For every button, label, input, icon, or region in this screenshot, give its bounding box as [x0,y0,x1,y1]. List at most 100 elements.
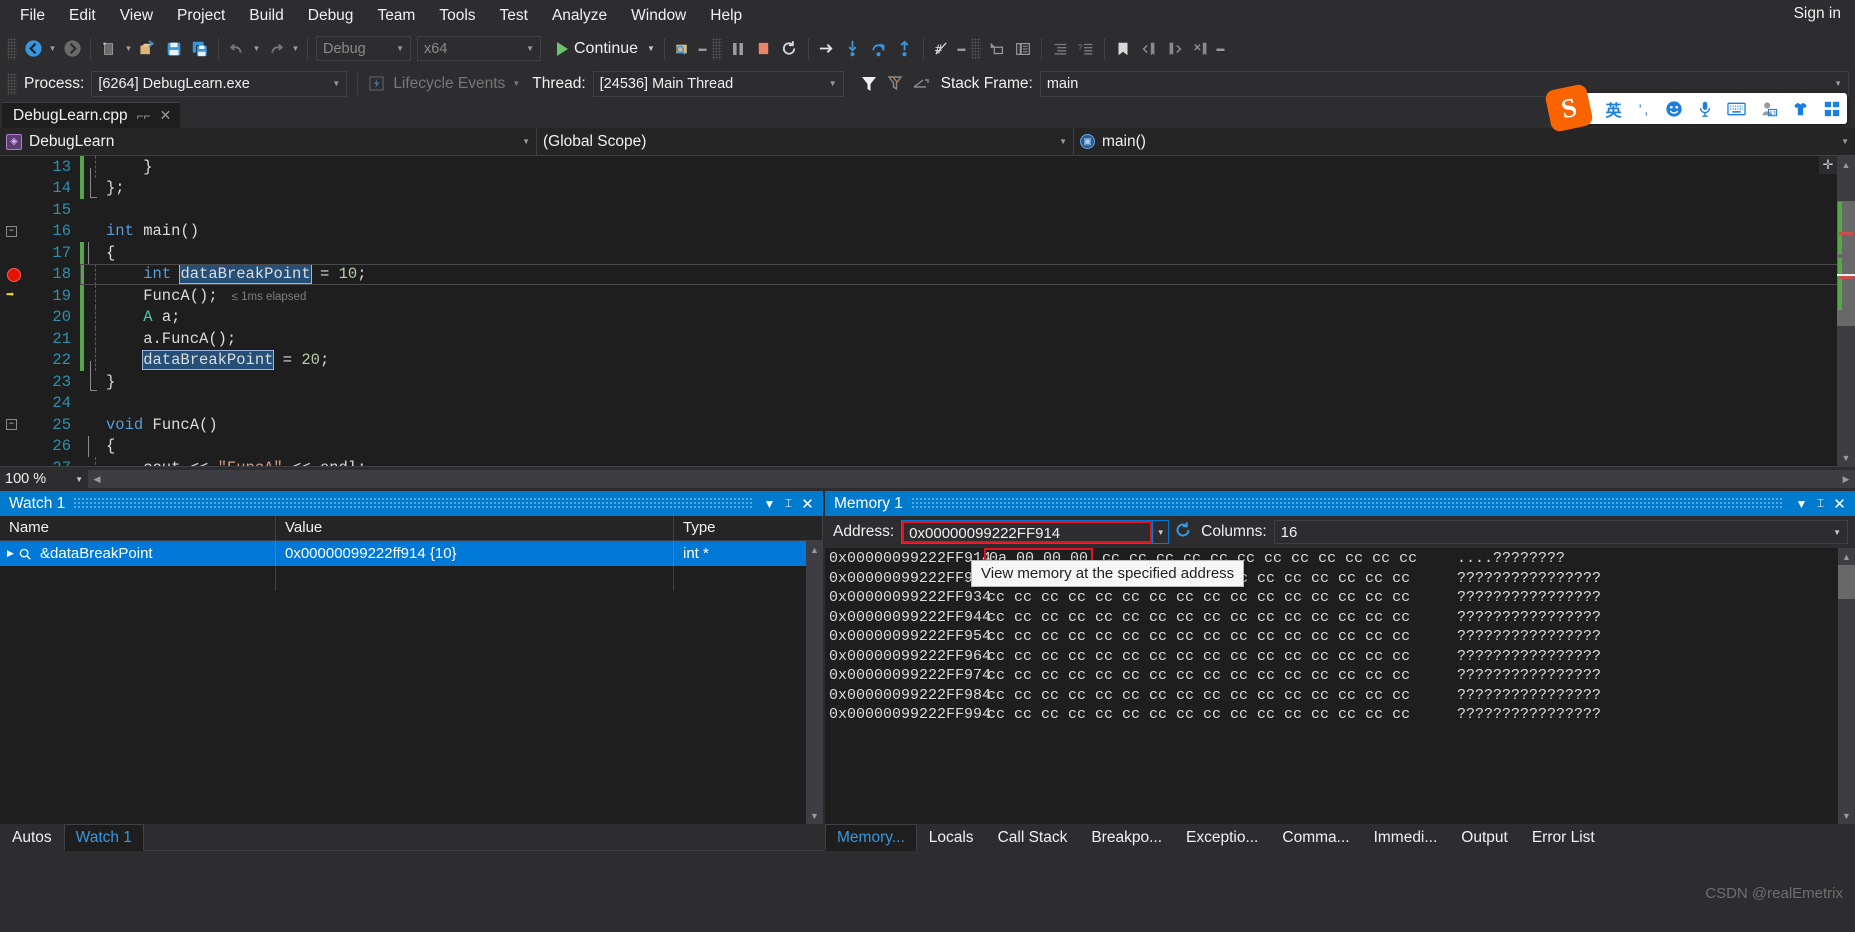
scroll-down-icon[interactable]: ▼ [806,807,823,824]
step-over-icon[interactable] [866,36,892,62]
ime-user-icon[interactable]: 13 [1759,100,1778,118]
expander-icon[interactable]: ▶ [0,548,18,559]
code-line[interactable]: 22 dataBreakPoint = 20; [0,349,1855,371]
menu-item-edit[interactable]: Edit [57,4,108,28]
ime-language-icon[interactable]: 英 [1605,97,1622,121]
flag-threads-icon[interactable] [882,71,908,97]
glyph-margin[interactable]: − [0,414,34,436]
tab-call-stack[interactable]: Call Stack [986,824,1080,851]
tab-memory-1[interactable]: Memory... [825,824,917,851]
watch-panel-title-bar[interactable]: Watch 1 ▼ ⌶ ✕ [0,491,823,516]
menu-item-debug[interactable]: Debug [296,4,366,28]
memory-rows[interactable]: 0x00000099222FF914 0a 00 00 00 cc cc cc … [825,548,1855,824]
code-line[interactable]: − 25 void FuncA() [0,414,1855,436]
next-bookmark-icon[interactable] [1162,36,1188,62]
memory-columns-combo[interactable]: 16 ▼ [1273,520,1848,544]
code-text[interactable]: int main() [106,222,1855,240]
code-line[interactable]: 20 A a; [0,306,1855,328]
ime-emoji-icon[interactable] [1665,100,1683,118]
solution-platform-combo[interactable]: x64 ▼ [417,36,541,61]
toolbar-overflow-icon[interactable]: ▬ [1214,36,1227,62]
memory-row[interactable]: 0x00000099222FF974 cc cc cc cc cc cc cc … [825,666,1855,686]
clear-bookmarks-icon[interactable] [1188,36,1214,62]
navigate-back-dropdown-icon[interactable]: ▼ [46,36,59,62]
memory-row[interactable]: 0x00000099222FF994 cc cc cc cc cc cc cc … [825,705,1855,725]
watch-column-value[interactable]: Value [276,516,674,540]
code-text[interactable]: A a; [106,308,1855,326]
tab-error-list[interactable]: Error List [1520,824,1607,851]
code-line[interactable]: 15 [0,199,1855,221]
glyph-margin[interactable] [0,156,34,178]
chevron-down-icon[interactable]: ▼ [512,79,520,88]
restart-icon[interactable] [777,36,803,62]
scroll-down-icon[interactable]: ▼ [1838,807,1855,824]
toolbar-grip[interactable] [711,37,722,60]
memory-row[interactable]: 0x00000099222FF934 cc cc cc cc cc cc cc … [825,588,1855,608]
menu-item-tools[interactable]: Tools [427,4,487,28]
code-line-breakpoint[interactable]: 18 int dataBreakPoint = 10; [0,263,1855,285]
memory-row[interactable]: 0x00000099222FF964 cc cc cc cc cc cc cc … [825,647,1855,667]
scroll-up-icon[interactable]: ▲ [806,541,823,558]
ime-keyboard-icon[interactable] [1727,101,1746,117]
glyph-margin[interactable] [0,242,34,264]
code-line[interactable]: 27 cout << "FuncA" << endl; [0,457,1855,466]
scroll-up-icon[interactable]: ▲ [1838,548,1855,565]
editor-vertical-scrollbar[interactable]: ▲ ▼ [1837,156,1855,466]
close-icon[interactable]: ✕ [798,495,817,513]
code-text[interactable]: void FuncA() [106,416,1855,434]
code-line[interactable]: 23 } [0,361,1855,393]
code-text[interactable]: cout << "FuncA" << endl; [106,459,1855,466]
watch-row-name[interactable]: &dataBreakPoint [38,541,276,566]
tab-autos[interactable]: Autos [0,824,64,851]
hex-display-icon[interactable]: # [929,36,955,62]
watch-grid[interactable]: Name Value Type ▶ &dataBreakPoint 0x0000… [0,516,823,824]
redo-dropdown-icon[interactable]: ▼ [289,36,302,62]
undo-icon[interactable] [224,36,250,62]
code-line[interactable]: 13 } [0,156,1855,178]
new-item-icon[interactable] [96,36,122,62]
glyph-margin[interactable] [0,177,34,199]
memory-vertical-scrollbar[interactable]: ▲ ▼ [1838,548,1855,824]
code-text[interactable]: int dataBreakPoint = 10; [106,264,1855,285]
tab-watch-1[interactable]: Watch 1 [63,824,144,851]
code-line[interactable]: 26 { [0,435,1855,457]
memory-address-input[interactable]: 0x00000099222FF914 [902,521,1153,543]
glyph-margin[interactable] [0,457,34,466]
glyph-margin[interactable] [0,435,34,457]
memory-panel-title-bar[interactable]: Memory 1 ▼ ⌶ ✕ [825,491,1855,516]
watch-row-value[interactable]: 0x00000099222ff914 {10} [276,541,674,566]
refresh-icon[interactable] [1169,520,1197,545]
editor-split-handle[interactable]: ✛ [1819,156,1837,174]
menu-item-help[interactable]: Help [698,4,754,28]
navigate-forward-icon[interactable] [59,36,85,62]
tab-locals[interactable]: Locals [917,824,986,851]
menu-item-test[interactable]: Test [488,4,540,28]
new-item-dropdown-icon[interactable]: ▼ [122,36,135,62]
code-text[interactable]: { [106,244,1855,262]
tab-command-window[interactable]: Comma... [1270,824,1361,851]
code-line[interactable]: 14 }; [0,167,1855,199]
menu-item-file[interactable]: File [8,4,57,28]
close-icon[interactable]: ✕ [1830,495,1849,513]
ime-voice-input-icon[interactable] [1696,100,1714,118]
ime-punctuation-icon[interactable]: ' , [1635,101,1652,117]
thread-list-icon[interactable] [1010,36,1036,62]
navbar-scope-combo[interactable]: (Global Scope) ▼ [537,127,1074,156]
find-dropdown-icon[interactable]: ▬ [696,36,709,62]
lifecycle-events-icon[interactable] [363,71,389,97]
code-line[interactable]: 17 { [0,242,1855,264]
thread-marker-icon[interactable] [984,36,1010,62]
sign-in-link[interactable]: Sign in [1794,5,1841,23]
pin-icon[interactable]: ⌐⌐ [137,109,151,123]
glyph-margin[interactable] [0,328,34,350]
save-all-icon[interactable] [187,36,213,62]
close-icon[interactable]: ✕ [160,107,172,124]
find-icon[interactable] [670,36,696,62]
glyph-margin[interactable]: − [0,220,34,242]
code-line[interactable]: 24 [0,392,1855,414]
code-line-current[interactable]: ➡ 19 FuncA(); ≤ 1ms elapsed [0,285,1855,307]
code-editor[interactable]: 13 } 14 }; 15 − 16 int main() 17 {18 in… [0,156,1855,466]
memory-row-hex[interactable]: cc cc cc cc cc cc cc cc cc cc cc cc cc c… [987,706,1457,723]
drag-handle[interactable] [910,497,1784,510]
menu-item-view[interactable]: View [108,4,165,28]
